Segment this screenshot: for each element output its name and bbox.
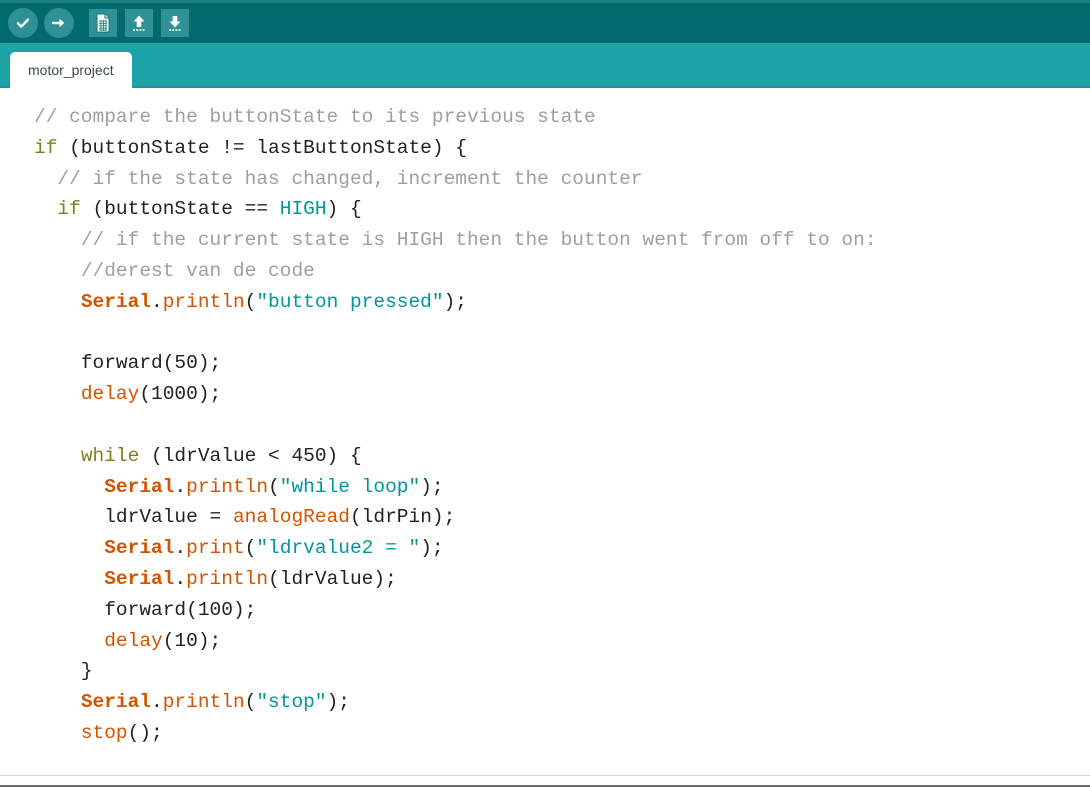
bottom-divider: [0, 775, 1090, 776]
code-token: .: [151, 290, 163, 313]
code-line: Serial.println("stop");: [34, 687, 1090, 718]
code-token: println: [186, 567, 269, 590]
code-token: ldrValue =: [104, 506, 233, 529]
code-token: //derest van de code: [80, 259, 315, 282]
code-line: delay(1000);: [34, 379, 1090, 410]
code-token: .: [174, 475, 187, 498]
code-token: delay: [104, 629, 163, 652]
code-line: //derest van de code: [34, 256, 1090, 287]
new-button[interactable]: [86, 6, 120, 40]
open-button[interactable]: [122, 6, 156, 40]
verify-button[interactable]: [6, 6, 40, 40]
code-line: ldrValue = analogRead(ldrPin);: [34, 502, 1090, 533]
toolbar: [0, 0, 1090, 43]
code-token: (ldrValue < 450) {: [139, 444, 362, 467]
code-token: while: [80, 444, 140, 467]
new-file-icon: [89, 9, 117, 37]
arrow-down-icon: [161, 9, 189, 37]
code-line: if (buttonState == HIGH) {: [34, 194, 1090, 225]
code-token: (ldrPin);: [349, 506, 456, 529]
code-token: .: [174, 537, 187, 560]
code-token: (: [244, 290, 257, 313]
code-token: (ldrValue);: [268, 567, 397, 590]
code-line: if (buttonState != lastButtonState) {: [34, 133, 1090, 164]
code-token: (10);: [162, 629, 222, 652]
code-token: );: [326, 691, 350, 714]
code-token: (: [244, 691, 257, 714]
code-token: Serial: [104, 567, 175, 590]
code-line: Serial.println(ldrValue);: [34, 564, 1090, 595]
code-token: Serial: [104, 537, 175, 560]
code-token: (buttonState != lastButtonState) {: [57, 136, 467, 159]
arrow-up-icon: [125, 9, 153, 37]
code-line: }: [34, 656, 1090, 687]
code-token: print: [186, 537, 245, 560]
code-token: analogRead: [232, 506, 350, 529]
code-token: ();: [127, 721, 163, 744]
code-line: delay(10);: [34, 626, 1090, 657]
code-token: .: [151, 691, 163, 714]
code-line: Serial.print("ldrvalue2 = ");: [34, 533, 1090, 564]
code-token: "stop": [256, 691, 327, 714]
arrow-right-circle-icon: [44, 8, 74, 38]
checkmark-circle-icon: [8, 8, 38, 38]
code-token: .: [174, 567, 187, 590]
code-line: while (ldrValue < 450) {: [34, 441, 1090, 472]
code-line: forward(50);: [34, 348, 1090, 379]
code-token: // if the state has changed, increment t…: [57, 167, 643, 190]
code-token: if: [34, 136, 58, 159]
tab-label: motor_project: [28, 62, 114, 78]
tab-motor-project[interactable]: motor_project: [10, 52, 132, 88]
code-token: if: [57, 198, 81, 221]
code-line: forward(100);: [34, 595, 1090, 626]
code-token: Serial: [80, 290, 152, 313]
code-token: );: [420, 475, 444, 498]
tab-bar: motor_project: [0, 43, 1090, 88]
code-token: }: [80, 660, 93, 683]
code-token: );: [420, 537, 444, 560]
code-line: // if the state has changed, increment t…: [34, 164, 1090, 195]
code-token: );: [443, 290, 467, 313]
code-token: Serial: [104, 475, 175, 498]
code-line: // compare the buttonState to its previo…: [34, 102, 1090, 133]
code-token: (buttonState ==: [80, 198, 280, 221]
code-token: // if the current state is HIGH then the…: [80, 229, 877, 252]
code-token: Serial: [80, 691, 152, 714]
code-line: // if the current state is HIGH then the…: [34, 225, 1090, 256]
save-button[interactable]: [158, 6, 192, 40]
code-line: stop();: [34, 718, 1090, 749]
code-token: "button pressed": [256, 290, 444, 313]
code-token: println: [162, 691, 245, 714]
code-token: // compare the buttonState to its previo…: [34, 106, 596, 128]
upload-button[interactable]: [42, 6, 76, 40]
code-token: HIGH: [279, 198, 327, 221]
code-token: forward(50);: [80, 352, 222, 375]
code-token: (: [244, 537, 257, 560]
code-token: "ldrvalue2 = ": [256, 537, 421, 560]
code-editor[interactable]: // compare the buttonState to its previo…: [0, 88, 1090, 775]
code-line: Serial.println("while loop");: [34, 472, 1090, 503]
code-token: stop: [80, 721, 128, 744]
code-token: (1000);: [139, 383, 222, 406]
code-token: println: [162, 290, 245, 313]
code-token: ) {: [326, 198, 362, 221]
code-token: (: [268, 475, 280, 498]
arduino-ide-window: motor_project // compare the buttonState…: [0, 0, 1090, 787]
code-token: delay: [80, 383, 140, 406]
code-text: // compare the buttonState to its previo…: [0, 88, 1090, 749]
code-token: println: [186, 475, 269, 498]
code-token: forward(100);: [104, 598, 257, 621]
code-token: "while loop": [279, 475, 421, 498]
code-line: ​: [34, 410, 1090, 441]
code-line: Serial.println("button pressed");: [34, 287, 1090, 318]
code-line: ​: [34, 318, 1090, 349]
